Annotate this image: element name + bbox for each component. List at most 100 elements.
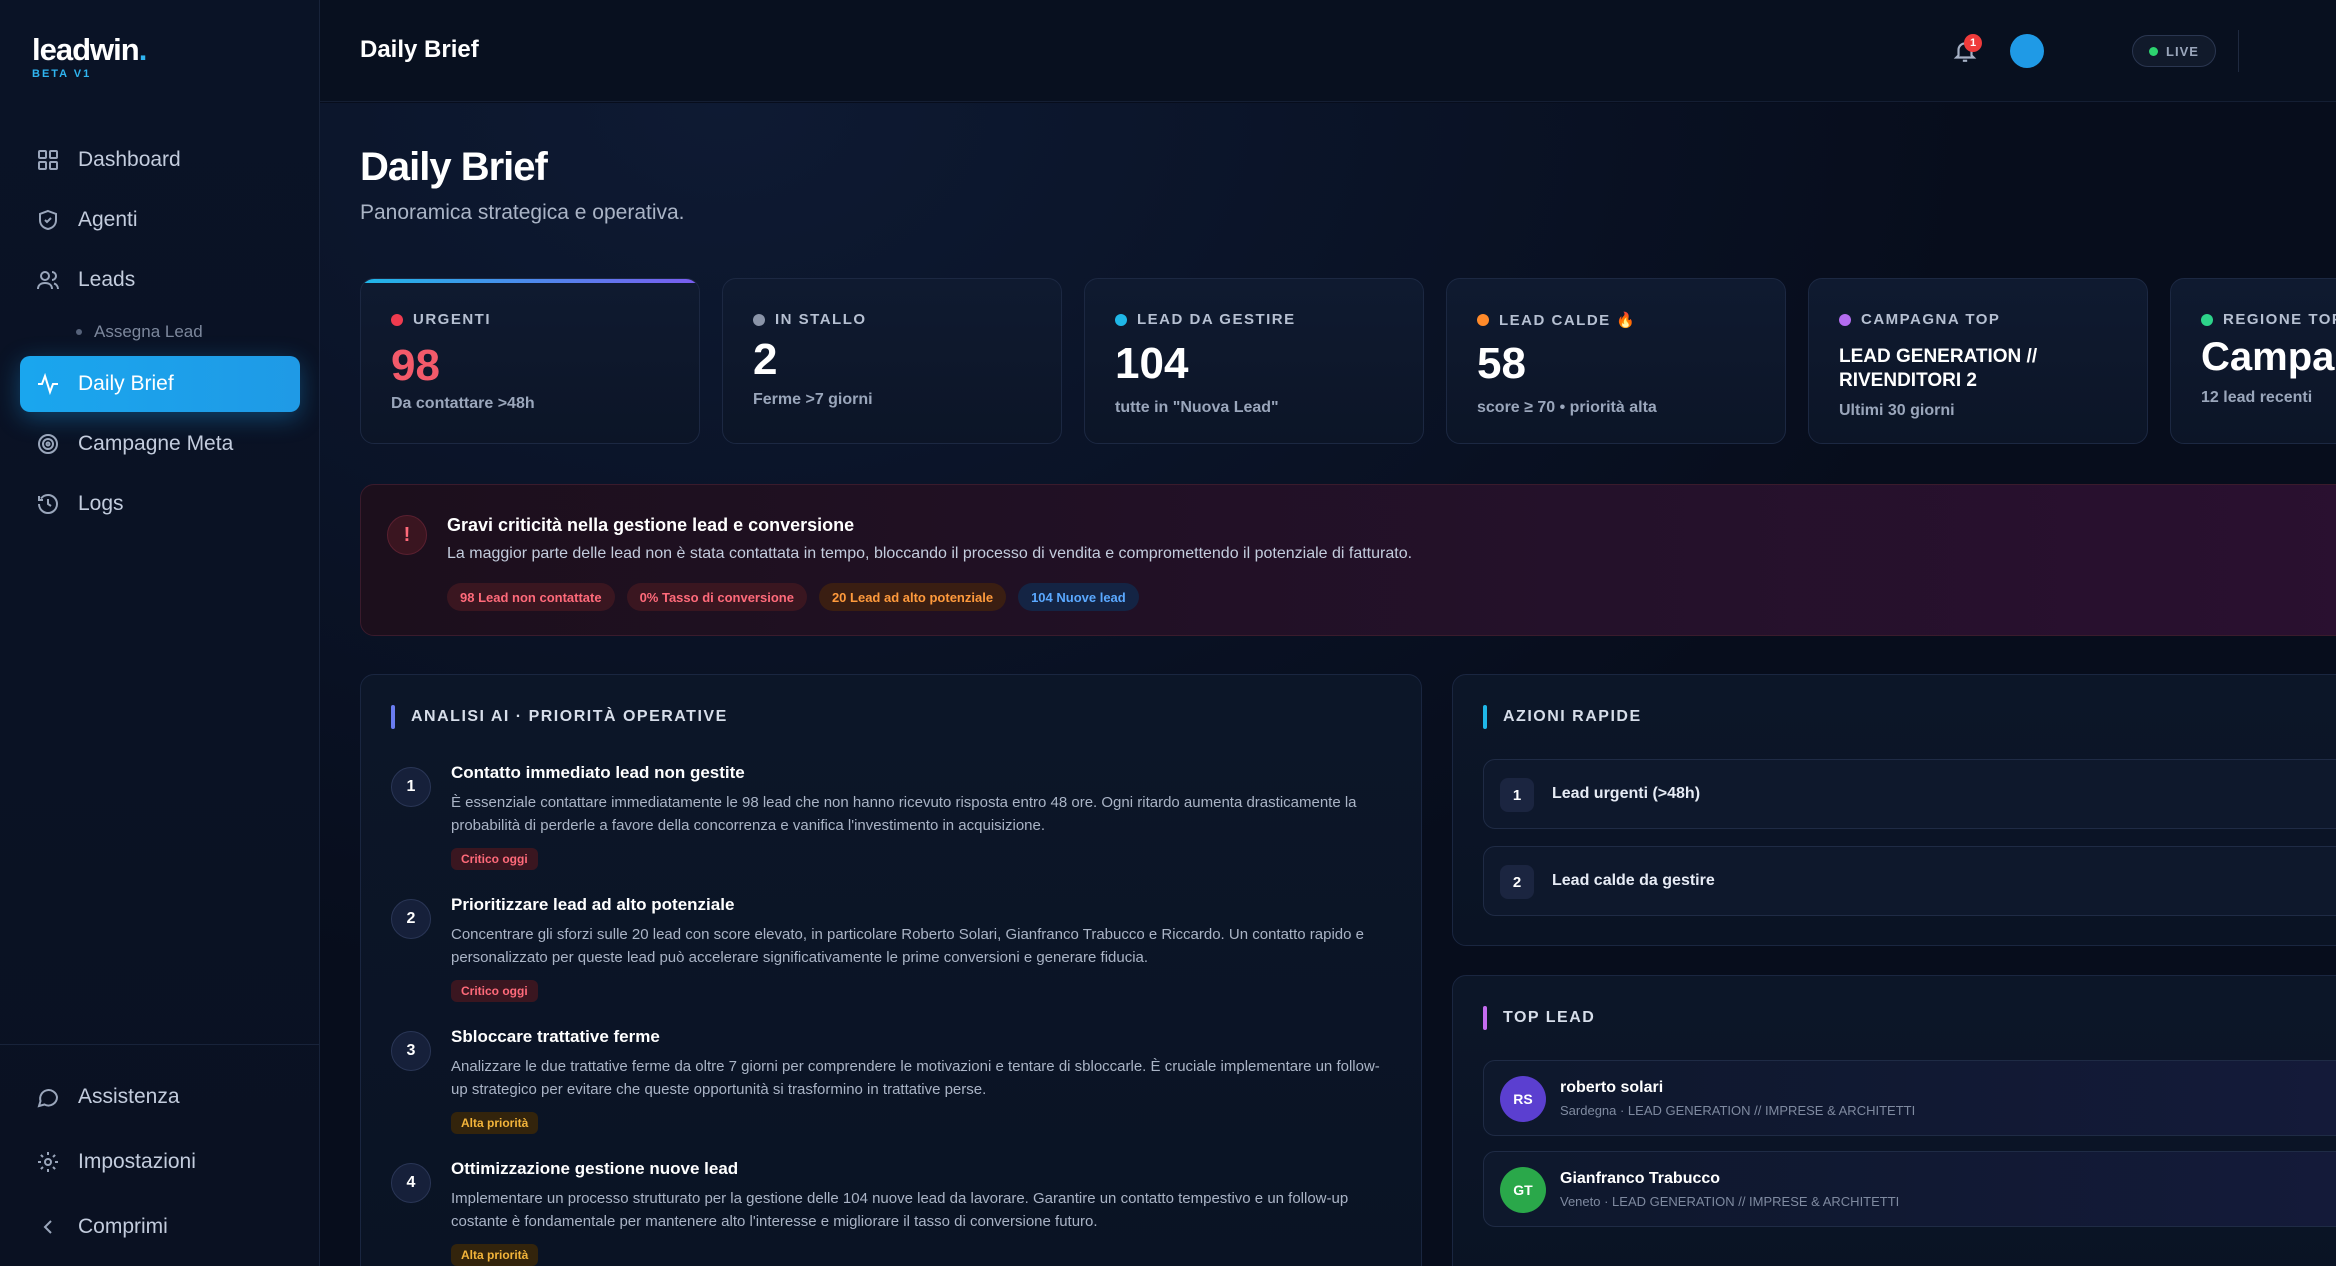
sidebar-collapse-button[interactable]: Comprimi <box>20 1197 300 1257</box>
sidebar-item-label: Dashboard <box>78 148 181 171</box>
brand-logo[interactable]: leadwin. BETA V1 <box>32 32 148 80</box>
shield-icon <box>36 208 60 232</box>
sidebar-item-impostazioni[interactable]: Impostazioni <box>20 1132 300 1192</box>
stat-label-text: LEAD DA GESTIRE <box>1137 311 1296 328</box>
stat-card-urgenti[interactable]: URGENTI 98 Da contattare >48h <box>360 278 700 444</box>
priority-text: Concentrare gli sforzi sulle 20 lead con… <box>451 926 1364 966</box>
panel-title: AZIONI RAPIDE <box>1483 705 1642 729</box>
priority-number: 4 <box>391 1163 431 1203</box>
stat-card-in-stallo[interactable]: IN STALLO 2 Ferme >7 giorni <box>722 278 1062 444</box>
stat-card-lead-da-gestire[interactable]: LEAD DA GESTIRE 104 tutte in "Nuova Lead… <box>1084 278 1424 444</box>
sidebar-subitem-label: Assegna Lead <box>94 322 203 341</box>
sidebar-subitem-assegna-lead[interactable]: Assegna Lead <box>20 312 300 352</box>
notification-count-badge: 1 <box>1964 34 1982 52</box>
brand-name: leadwin <box>32 32 140 67</box>
topbar-title: Daily Brief <box>360 36 479 63</box>
sidebar-item-label: Impostazioni <box>78 1150 196 1173</box>
priority-title: Prioritizzare lead ad alto potenziale <box>451 895 735 914</box>
panel-accent-bar <box>391 705 395 729</box>
sidebar-item-dashboard[interactable]: Dashboard <box>20 132 300 188</box>
sidebar-item-logs[interactable]: Logs <box>20 476 300 532</box>
alert-tag: 0% Tasso di conversione <box>626 583 807 611</box>
panel-title-text: ANALISI AI · PRIORITÀ OPERATIVE <box>411 708 728 725</box>
priority-text: Analizzare le due trattative ferme da ol… <box>451 1058 1380 1098</box>
panel-accent-bar <box>1483 1006 1487 1030</box>
status-dot-icon <box>753 313 765 326</box>
priority-number: 1 <box>391 767 431 807</box>
priority-text: È essenziale contattare immediatamente l… <box>451 794 1357 834</box>
chat-icon <box>36 1085 60 1109</box>
target-icon <box>36 432 60 456</box>
quick-action-number: 1 <box>1500 778 1534 812</box>
gear-icon <box>36 1150 60 1174</box>
lead-name: roberto solari <box>1560 1079 1664 1096</box>
alert-icon: ! <box>387 515 427 555</box>
priority-number: 3 <box>391 1031 431 1071</box>
sidebar-item-campagne-meta[interactable]: Campagne Meta <box>20 416 300 472</box>
grid-icon <box>36 148 60 172</box>
stat-card-regione-top[interactable]: REGIONE TOP Campa 12 lead recenti <box>2170 278 2336 444</box>
quick-actions-panel: AZIONI RAPIDE 1 Lead urgenti (>48h) 2 Le… <box>1452 674 2336 946</box>
quick-action-lead-calde[interactable]: 2 Lead calde da gestire <box>1483 846 2336 916</box>
priority-tag: Critico oggi <box>451 848 538 870</box>
top-lead-item[interactable]: RS roberto solari Sardegna · LEAD GENERA… <box>1483 1060 2336 1136</box>
critical-alert: ! Gravi criticità nella gestione lead e … <box>360 484 2336 636</box>
sidebar-item-label: Comprimi <box>78 1215 168 1238</box>
users-icon <box>36 268 60 292</box>
lead-meta: Sardegna · LEAD GENERATION // IMPRESE & … <box>1560 1103 1916 1118</box>
stat-label: IN STALLO <box>753 311 867 328</box>
live-dot-icon <box>2149 46 2159 56</box>
stat-label: URGENTI <box>391 311 491 328</box>
stat-note: Da contattare >48h <box>391 395 535 412</box>
stat-card-campagna-top[interactable]: CAMPAGNA TOP LEAD GENERATION // RIVENDIT… <box>1808 278 2148 444</box>
sidebar-bottom: Assistenza Impostazioni Comprimi <box>0 1044 320 1262</box>
top-lead-item[interactable]: GT Gianfranco Trabucco Veneto · LEAD GEN… <box>1483 1151 2336 1227</box>
panel-title-text: TOP LEAD <box>1503 1009 1596 1026</box>
brand-dot: . <box>138 32 148 67</box>
sidebar-item-label: Logs <box>78 492 124 515</box>
sidebar-item-label: Leads <box>78 268 136 291</box>
stat-value: 58 <box>1477 339 1526 388</box>
stat-note: Ferme >7 giorni <box>753 391 873 408</box>
stat-label-text: CAMPAGNA TOP <box>1861 311 2001 328</box>
stat-label-text: REGIONE TOP <box>2223 311 2336 328</box>
history-icon <box>36 492 60 516</box>
stat-label: LEAD DA GESTIRE <box>1115 311 1296 328</box>
user-avatar[interactable] <box>2010 34 2044 68</box>
sidebar-item-label: Daily Brief <box>78 372 174 395</box>
stats-row: URGENTI 98 Da contattare >48h IN STALLO … <box>360 278 2336 444</box>
stat-label: REGIONE TOP <box>2201 311 2336 328</box>
sidebar-item-assistenza[interactable]: Assistenza <box>20 1067 300 1127</box>
quick-action-lead-urgenti[interactable]: 1 Lead urgenti (>48h) <box>1483 759 2336 829</box>
sidebar-item-daily-brief[interactable]: Daily Brief <box>20 356 300 412</box>
priority-number: 2 <box>391 899 431 939</box>
header-divider <box>2238 30 2239 72</box>
priority-text: Implementare un processo strutturato per… <box>451 1190 1349 1230</box>
page-title: Daily Brief <box>360 145 548 189</box>
alert-tag: 98 Lead non contattate <box>447 583 615 611</box>
panel-title-text: AZIONI RAPIDE <box>1503 708 1642 725</box>
stat-card-lead-calde[interactable]: LEAD CALDE 🔥 58 score ≥ 70 • priorità al… <box>1446 278 1786 444</box>
quick-action-label: Lead calde da gestire <box>1552 872 1715 889</box>
live-label: LIVE <box>2166 43 2199 59</box>
alert-tag: 104 Nuove lead <box>1018 583 1139 611</box>
stat-value: LEAD GENERATION // RIVENDITORI 2 <box>1839 346 2038 391</box>
priority-title: Ottimizzazione gestione nuove lead <box>451 1159 739 1178</box>
sidebar-item-agenti[interactable]: Agenti <box>20 192 300 248</box>
priority-title: Sbloccare trattative ferme <box>451 1027 660 1046</box>
stat-label-text: URGENTI <box>413 311 491 328</box>
panel-title: ANALISI AI · PRIORITÀ OPERATIVE <box>391 705 728 729</box>
avatar: GT <box>1500 1167 1546 1213</box>
alert-title: Gravi criticità nella gestione lead e co… <box>447 515 855 535</box>
panel-accent-bar <box>1483 705 1487 729</box>
sidebar-nav: Dashboard Agenti Leads Assegna Lead Dail… <box>20 132 300 536</box>
quick-action-number: 2 <box>1500 865 1534 899</box>
status-dot-icon <box>391 313 403 326</box>
priority-tag: Alta priorità <box>451 1112 539 1134</box>
stat-value: 98 <box>391 341 440 390</box>
stat-value: 104 <box>1115 339 1189 388</box>
brand-badge: BETA V1 <box>32 68 92 80</box>
stat-value: Campa <box>2201 335 2335 379</box>
sidebar-item-label: Assistenza <box>78 1085 180 1108</box>
sidebar-item-leads[interactable]: Leads <box>20 252 300 308</box>
